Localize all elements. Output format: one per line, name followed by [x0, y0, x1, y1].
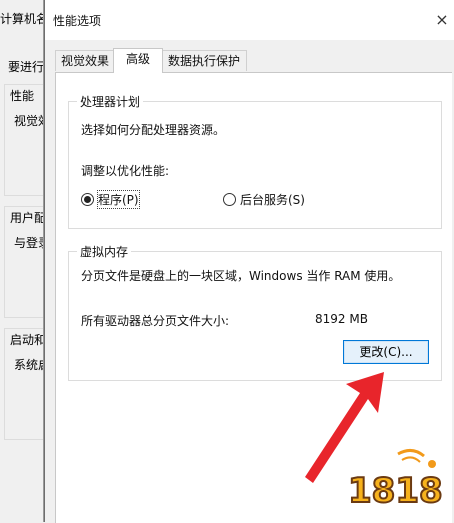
watermark-logo: 1818 [340, 444, 450, 520]
watermark-text: 1818 [348, 471, 443, 511]
tab-advanced[interactable]: 高级 [113, 48, 163, 73]
